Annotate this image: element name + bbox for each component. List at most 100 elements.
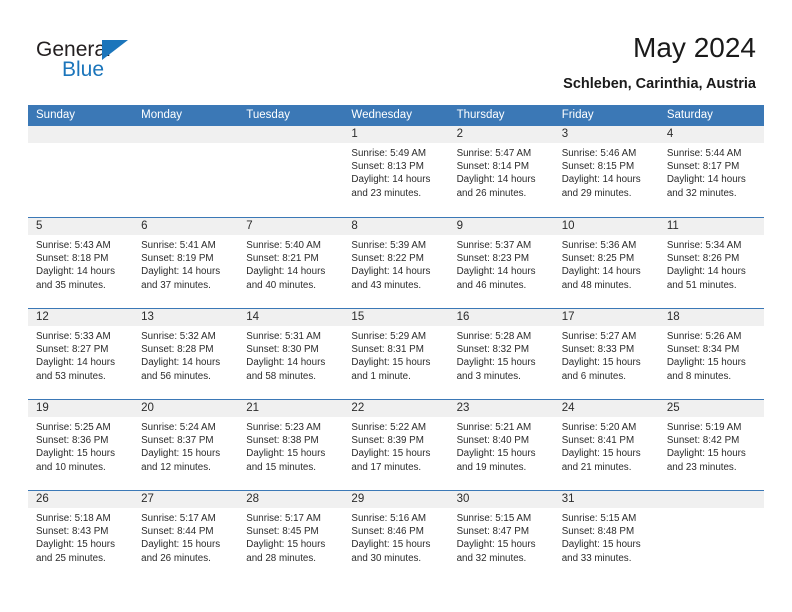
calendar-week-row: 5 Sunrise: 5:43 AM Sunset: 8:18 PM Dayli… (28, 217, 764, 308)
sunrise-text: Sunrise: 5:18 AM (36, 513, 111, 524)
sunrise-text: Sunrise: 5:20 AM (561, 422, 637, 433)
day-number: 16 (448, 309, 554, 326)
day-details (659, 508, 764, 512)
sunrise-text: Sunrise: 5:25 AM (36, 422, 111, 433)
day-cell[interactable]: 21 Sunrise: 5:23 AM Sunset: 8:38 PM Dayl… (238, 400, 344, 490)
day-details: Sunrise: 5:27 AM Sunset: 8:33 PM Dayligh… (554, 326, 659, 383)
sunrise-text: Sunrise: 5:46 AM (561, 148, 637, 159)
sunset-text: Sunset: 8:13 PM (351, 161, 424, 173)
sunset-text: Sunset: 8:14 PM (456, 161, 529, 173)
day-number (238, 126, 344, 143)
daylight-text-line1: Daylight: 14 hours (456, 174, 536, 186)
daylight-text-line2: and 46 minutes. (456, 279, 527, 291)
day-cell[interactable]: 3 Sunrise: 5:46 AM Sunset: 8:15 PM Dayli… (553, 126, 659, 217)
day-details: Sunrise: 5:29 AM Sunset: 8:31 PM Dayligh… (343, 326, 448, 383)
day-number: 17 (553, 309, 659, 326)
day-number (658, 491, 764, 508)
day-cell[interactable]: 18 Sunrise: 5:26 AM Sunset: 8:34 PM Dayl… (658, 309, 764, 399)
day-number: 30 (448, 491, 554, 508)
day-cell[interactable]: 24 Sunrise: 5:20 AM Sunset: 8:41 PM Dayl… (553, 400, 659, 490)
weekday-header-thursday: Thursday (456, 109, 505, 121)
day-details: Sunrise: 5:15 AM Sunset: 8:48 PM Dayligh… (554, 508, 659, 565)
calendar-page: General Blue May 2024 Schleben, Carinthi… (0, 0, 792, 612)
daylight-text-line1: Daylight: 15 hours (561, 539, 641, 551)
daylight-text-line1: Daylight: 14 hours (666, 266, 746, 278)
day-cell[interactable] (658, 491, 764, 581)
daylight-text-line2: and 6 minutes. (561, 370, 626, 382)
day-cell[interactable]: 1 Sunrise: 5:49 AM Sunset: 8:13 PM Dayli… (343, 126, 449, 217)
day-cell[interactable]: 31 Sunrise: 5:15 AM Sunset: 8:48 PM Dayl… (553, 491, 659, 581)
day-number: 11 (658, 218, 764, 235)
daylight-text-line1: Daylight: 15 hours (666, 357, 746, 369)
day-cell[interactable]: 26 Sunrise: 5:18 AM Sunset: 8:43 PM Dayl… (28, 491, 134, 581)
daylight-text-line1: Daylight: 15 hours (246, 539, 326, 551)
day-details: Sunrise: 5:46 AM Sunset: 8:15 PM Dayligh… (554, 143, 659, 200)
daylight-text-line2: and 51 minutes. (666, 279, 737, 291)
daylight-text-line1: Daylight: 15 hours (351, 539, 431, 551)
day-cell[interactable]: 27 Sunrise: 5:17 AM Sunset: 8:44 PM Dayl… (133, 491, 239, 581)
day-details: Sunrise: 5:47 AM Sunset: 8:14 PM Dayligh… (449, 143, 554, 200)
day-details: Sunrise: 5:25 AM Sunset: 8:36 PM Dayligh… (28, 417, 133, 474)
day-cell[interactable]: 30 Sunrise: 5:15 AM Sunset: 8:47 PM Dayl… (448, 491, 554, 581)
sunrise-text: Sunrise: 5:39 AM (351, 240, 427, 251)
page-title: May 2024 (633, 32, 756, 63)
day-cell[interactable]: 9 Sunrise: 5:37 AM Sunset: 8:23 PM Dayli… (448, 218, 554, 308)
day-cell[interactable]: 14 Sunrise: 5:31 AM Sunset: 8:30 PM Dayl… (238, 309, 344, 399)
day-cell[interactable] (28, 126, 134, 217)
daylight-text-line2: and 26 minutes. (141, 552, 211, 564)
day-details: Sunrise: 5:21 AM Sunset: 8:40 PM Dayligh… (449, 417, 554, 474)
day-cell[interactable] (238, 126, 344, 217)
day-cell[interactable]: 10 Sunrise: 5:36 AM Sunset: 8:25 PM Dayl… (553, 218, 659, 308)
day-cell[interactable]: 12 Sunrise: 5:33 AM Sunset: 8:27 PM Dayl… (28, 309, 134, 399)
day-number: 2 (448, 126, 554, 143)
sunset-text: Sunset: 8:36 PM (36, 435, 109, 447)
day-cell[interactable]: 7 Sunrise: 5:40 AM Sunset: 8:21 PM Dayli… (238, 218, 344, 308)
sunrise-text: Sunrise: 5:15 AM (561, 513, 637, 524)
daylight-text-line2: and 35 minutes. (36, 279, 106, 291)
sunrise-text: Sunrise: 5:16 AM (351, 513, 427, 524)
day-cell[interactable]: 5 Sunrise: 5:43 AM Sunset: 8:18 PM Dayli… (28, 218, 134, 308)
daylight-text-line1: Daylight: 15 hours (246, 448, 326, 460)
sunset-text: Sunset: 8:30 PM (246, 344, 319, 356)
day-details: Sunrise: 5:37 AM Sunset: 8:23 PM Dayligh… (449, 235, 554, 292)
sunset-text: Sunset: 8:34 PM (666, 344, 740, 356)
sunrise-text: Sunrise: 5:44 AM (666, 148, 742, 159)
day-cell[interactable]: 4 Sunrise: 5:44 AM Sunset: 8:17 PM Dayli… (658, 126, 764, 217)
daylight-text-line1: Daylight: 15 hours (666, 448, 746, 460)
daylight-text-line2: and 8 minutes. (666, 370, 732, 382)
day-cell[interactable]: 19 Sunrise: 5:25 AM Sunset: 8:36 PM Dayl… (28, 400, 134, 490)
daylight-text-line2: and 1 minute. (351, 370, 411, 382)
day-cell[interactable]: 17 Sunrise: 5:27 AM Sunset: 8:33 PM Dayl… (553, 309, 659, 399)
day-cell[interactable]: 8 Sunrise: 5:39 AM Sunset: 8:22 PM Dayli… (343, 218, 449, 308)
day-cell[interactable]: 15 Sunrise: 5:29 AM Sunset: 8:31 PM Dayl… (343, 309, 449, 399)
sunrise-text: Sunrise: 5:40 AM (246, 240, 321, 251)
day-cell[interactable]: 29 Sunrise: 5:16 AM Sunset: 8:46 PM Dayl… (343, 491, 449, 581)
day-details: Sunrise: 5:40 AM Sunset: 8:21 PM Dayligh… (238, 235, 343, 292)
weekday-header-saturday: Saturday (666, 109, 713, 121)
daylight-text-line1: Daylight: 14 hours (351, 266, 431, 278)
weekday-header-monday: Monday (141, 109, 183, 121)
daylight-text-line1: Daylight: 14 hours (351, 174, 431, 186)
day-cell[interactable]: 28 Sunrise: 5:17 AM Sunset: 8:45 PM Dayl… (238, 491, 344, 581)
sunset-text: Sunset: 8:42 PM (666, 435, 740, 447)
daylight-text-line2: and 48 minutes. (561, 279, 632, 291)
brand-logo[interactable]: General Blue (36, 38, 216, 88)
day-cell[interactable]: 13 Sunrise: 5:32 AM Sunset: 8:28 PM Dayl… (133, 309, 239, 399)
weekday-header-friday: Friday (561, 109, 594, 121)
day-cell[interactable]: 6 Sunrise: 5:41 AM Sunset: 8:19 PM Dayli… (133, 218, 239, 308)
day-cell[interactable]: 11 Sunrise: 5:34 AM Sunset: 8:26 PM Dayl… (658, 218, 764, 308)
day-cell[interactable]: 2 Sunrise: 5:47 AM Sunset: 8:14 PM Dayli… (448, 126, 554, 217)
daylight-text-line2: and 30 minutes. (351, 552, 422, 564)
calendar-week-row: 19 Sunrise: 5:25 AM Sunset: 8:36 PM Dayl… (28, 399, 764, 490)
day-cell[interactable]: 23 Sunrise: 5:21 AM Sunset: 8:40 PM Dayl… (448, 400, 554, 490)
day-details: Sunrise: 5:23 AM Sunset: 8:38 PM Dayligh… (238, 417, 343, 474)
day-cell[interactable]: 22 Sunrise: 5:22 AM Sunset: 8:39 PM Dayl… (343, 400, 449, 490)
sunrise-text: Sunrise: 5:49 AM (351, 148, 427, 159)
day-cell[interactable]: 25 Sunrise: 5:19 AM Sunset: 8:42 PM Dayl… (658, 400, 764, 490)
daylight-text-line1: Daylight: 15 hours (351, 448, 431, 460)
day-cell[interactable] (133, 126, 239, 217)
day-number: 5 (28, 218, 134, 235)
daylight-text-line2: and 53 minutes. (36, 370, 106, 382)
day-cell[interactable]: 16 Sunrise: 5:28 AM Sunset: 8:32 PM Dayl… (448, 309, 554, 399)
day-cell[interactable]: 20 Sunrise: 5:24 AM Sunset: 8:37 PM Dayl… (133, 400, 239, 490)
